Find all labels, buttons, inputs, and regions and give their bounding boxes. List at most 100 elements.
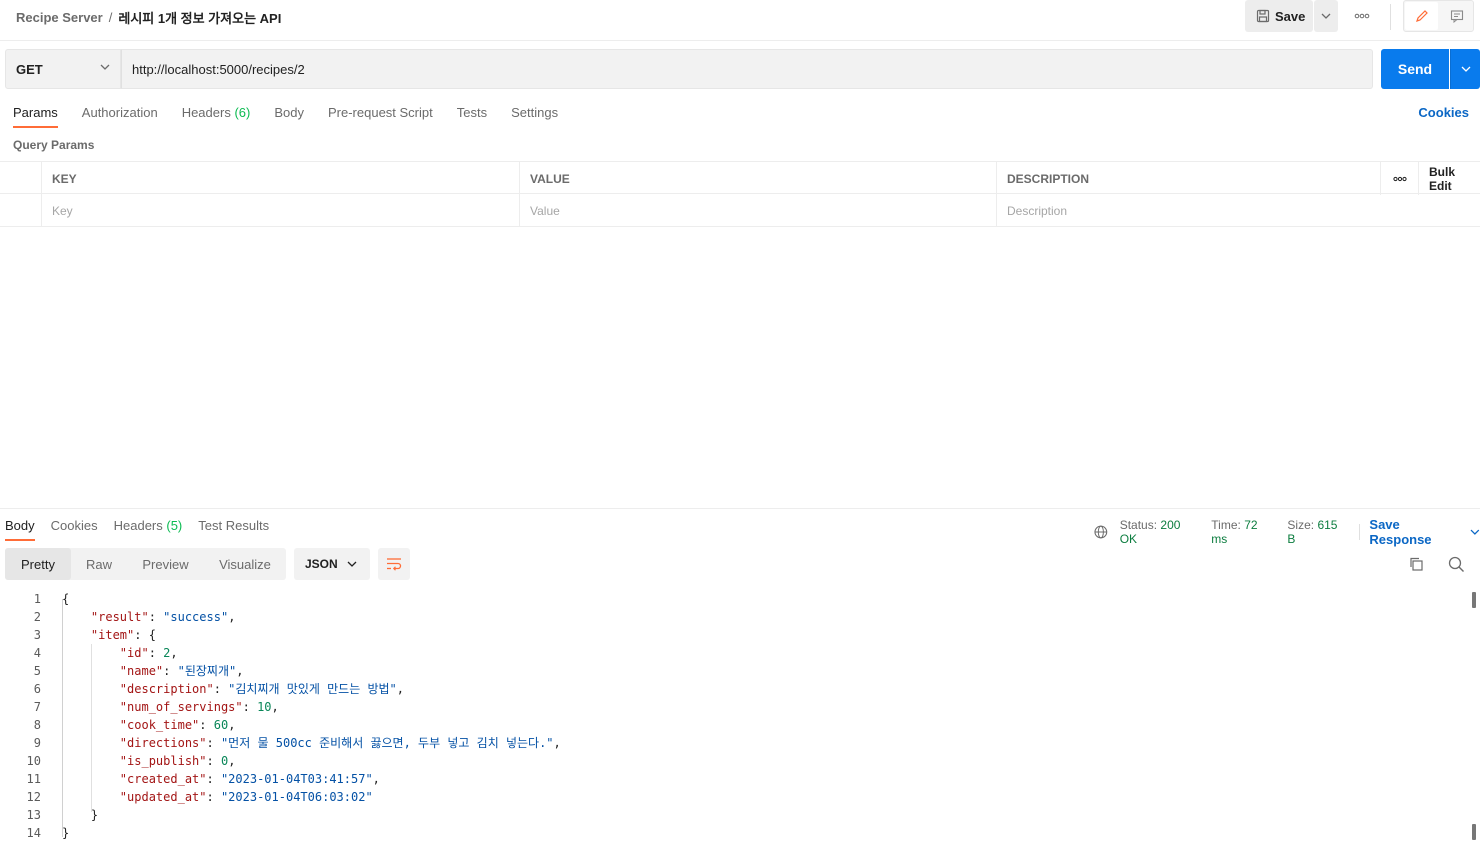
- line-number: 8: [33, 718, 41, 732]
- code-text: "name": "된장찌개",: [119, 664, 244, 678]
- json-key: "id": [119, 646, 149, 660]
- json-key: "name": [119, 664, 164, 678]
- save-button[interactable]: Save: [1245, 0, 1313, 32]
- json-string: "2023-01-04T03:41:57": [220, 772, 373, 786]
- view-pretty-button[interactable]: Pretty: [5, 548, 71, 580]
- json-number: 0: [220, 754, 229, 768]
- json-key: "cook_time": [119, 718, 200, 732]
- json-key: "result": [90, 610, 149, 624]
- more-options-button[interactable]: [1348, 6, 1376, 26]
- response-tab-headers[interactable]: Headers (5): [114, 517, 183, 539]
- request-tabs: Params Authorization Headers (6) Body Pr…: [13, 104, 582, 128]
- send-button[interactable]: Send: [1381, 49, 1449, 89]
- scrollbar-marker-top[interactable]: [1472, 592, 1476, 608]
- code-text: "result": "success",: [90, 610, 236, 624]
- response-tab-body[interactable]: Body: [5, 517, 35, 541]
- chevron-down-icon: [1461, 66, 1470, 72]
- tab-pre-request-script[interactable]: Pre-request Script: [328, 104, 433, 126]
- wrap-lines-button[interactable]: [378, 548, 410, 580]
- view-mode-toggle: [1403, 0, 1474, 32]
- breadcrumb-separator: /: [108, 10, 113, 25]
- brace: {: [62, 592, 70, 606]
- comment-icon: [1450, 10, 1463, 23]
- tab-headers[interactable]: Headers (6): [182, 104, 251, 126]
- json-key: "directions": [119, 736, 207, 750]
- response-tabs: Body Cookies Headers (5) Test Results: [5, 517, 285, 541]
- tab-authorization[interactable]: Authorization: [82, 104, 158, 126]
- scrollbar-marker-bottom[interactable]: [1472, 824, 1476, 840]
- json-number: 60: [213, 718, 229, 732]
- globe-icon[interactable]: [1094, 525, 1108, 539]
- request-title[interactable]: 레시피 1개 정보 가져오는 API: [118, 8, 281, 27]
- cookies-link[interactable]: Cookies: [1418, 105, 1469, 120]
- tab-settings[interactable]: Settings: [511, 104, 558, 126]
- save-response-label: Save Response: [1369, 517, 1432, 547]
- url-input[interactable]: http://localhost:5000/recipes/2: [121, 49, 1373, 89]
- tab-params[interactable]: Params: [13, 104, 58, 128]
- pencil-icon: [1415, 10, 1428, 22]
- code-line: 4 "id": 2,: [0, 644, 1468, 662]
- format-value: JSON: [305, 557, 338, 571]
- value-column-header: VALUE: [519, 162, 996, 195]
- more-horizontal-icon: [1392, 176, 1407, 181]
- column-options-button[interactable]: [1380, 162, 1418, 195]
- view-visualize-button[interactable]: Visualize: [204, 548, 286, 580]
- save-response-button[interactable]: Save Response: [1369, 517, 1480, 547]
- line-number: 6: [33, 682, 41, 696]
- code-text: "cook_time": 60,: [119, 718, 236, 732]
- status-label: Status:: [1119, 518, 1158, 532]
- wrap-lines-icon: [387, 558, 402, 571]
- response-tab-headers-count: (5): [166, 518, 183, 533]
- bulk-edit-button[interactable]: Bulk Edit: [1418, 162, 1480, 195]
- response-body-code[interactable]: 1{ 2 "result": "success", 3 "item": { 4 …: [0, 590, 1468, 842]
- code-line: 8 "cook_time": 60,: [0, 716, 1468, 734]
- format-select[interactable]: JSON: [294, 548, 370, 580]
- size-info[interactable]: Size: 615 B: [1287, 518, 1347, 546]
- view-raw-button[interactable]: Raw: [71, 548, 127, 580]
- code-line: 10 "is_publish": 0,: [0, 752, 1468, 770]
- key-input[interactable]: Key: [41, 194, 519, 227]
- method-select[interactable]: GET: [5, 49, 121, 89]
- line-number: 7: [33, 700, 41, 714]
- line-number: 9: [33, 736, 41, 750]
- search-icon[interactable]: [1448, 556, 1465, 576]
- edit-mode-button[interactable]: [1405, 2, 1438, 30]
- line-number: 14: [26, 826, 41, 840]
- brace: }: [90, 808, 99, 822]
- line-number: 12: [26, 790, 41, 804]
- table-row: Key Value Description: [0, 194, 1480, 227]
- json-key: "item": [90, 628, 135, 642]
- line-number: 2: [33, 610, 41, 624]
- code-text: "num_of_servings": 10,: [119, 700, 279, 714]
- response-tab-cookies[interactable]: Cookies: [51, 517, 98, 539]
- time-label: Time:: [1211, 518, 1241, 532]
- status-info[interactable]: Status: 200 OK: [1120, 518, 1200, 546]
- comments-button[interactable]: [1440, 2, 1473, 30]
- send-dropdown-button[interactable]: [1450, 49, 1480, 89]
- code-line: 1{: [0, 590, 1468, 608]
- tab-body[interactable]: Body: [274, 104, 304, 126]
- code-text: {: [62, 590, 69, 608]
- query-params-label: Query Params: [13, 138, 95, 152]
- response-tab-test-results[interactable]: Test Results: [198, 517, 269, 539]
- method-value: GET: [16, 61, 43, 77]
- json-key: "description": [119, 682, 214, 696]
- query-params-table: KEY VALUE DESCRIPTION Bulk Edit Key Valu…: [0, 161, 1480, 227]
- json-key: "created_at": [119, 772, 207, 786]
- time-info[interactable]: Time: 72 ms: [1211, 518, 1275, 546]
- brace: }: [62, 826, 70, 840]
- line-number: 4: [33, 646, 41, 660]
- view-preview-button[interactable]: Preview: [127, 548, 204, 580]
- copy-icon[interactable]: [1408, 556, 1424, 575]
- save-dropdown-button[interactable]: [1314, 0, 1338, 32]
- json-string: "된장찌개": [177, 664, 237, 678]
- description-input[interactable]: Description: [996, 194, 1480, 227]
- code-line: 5 "name": "된장찌개",: [0, 662, 1468, 680]
- response-pane-divider[interactable]: [0, 508, 1480, 509]
- save-icon: [1256, 9, 1270, 23]
- tab-tests[interactable]: Tests: [457, 104, 487, 126]
- brace: {: [148, 628, 156, 642]
- value-input[interactable]: Value: [519, 194, 996, 227]
- breadcrumb-collection[interactable]: Recipe Server: [16, 10, 103, 25]
- row-checkbox-cell: [0, 194, 41, 227]
